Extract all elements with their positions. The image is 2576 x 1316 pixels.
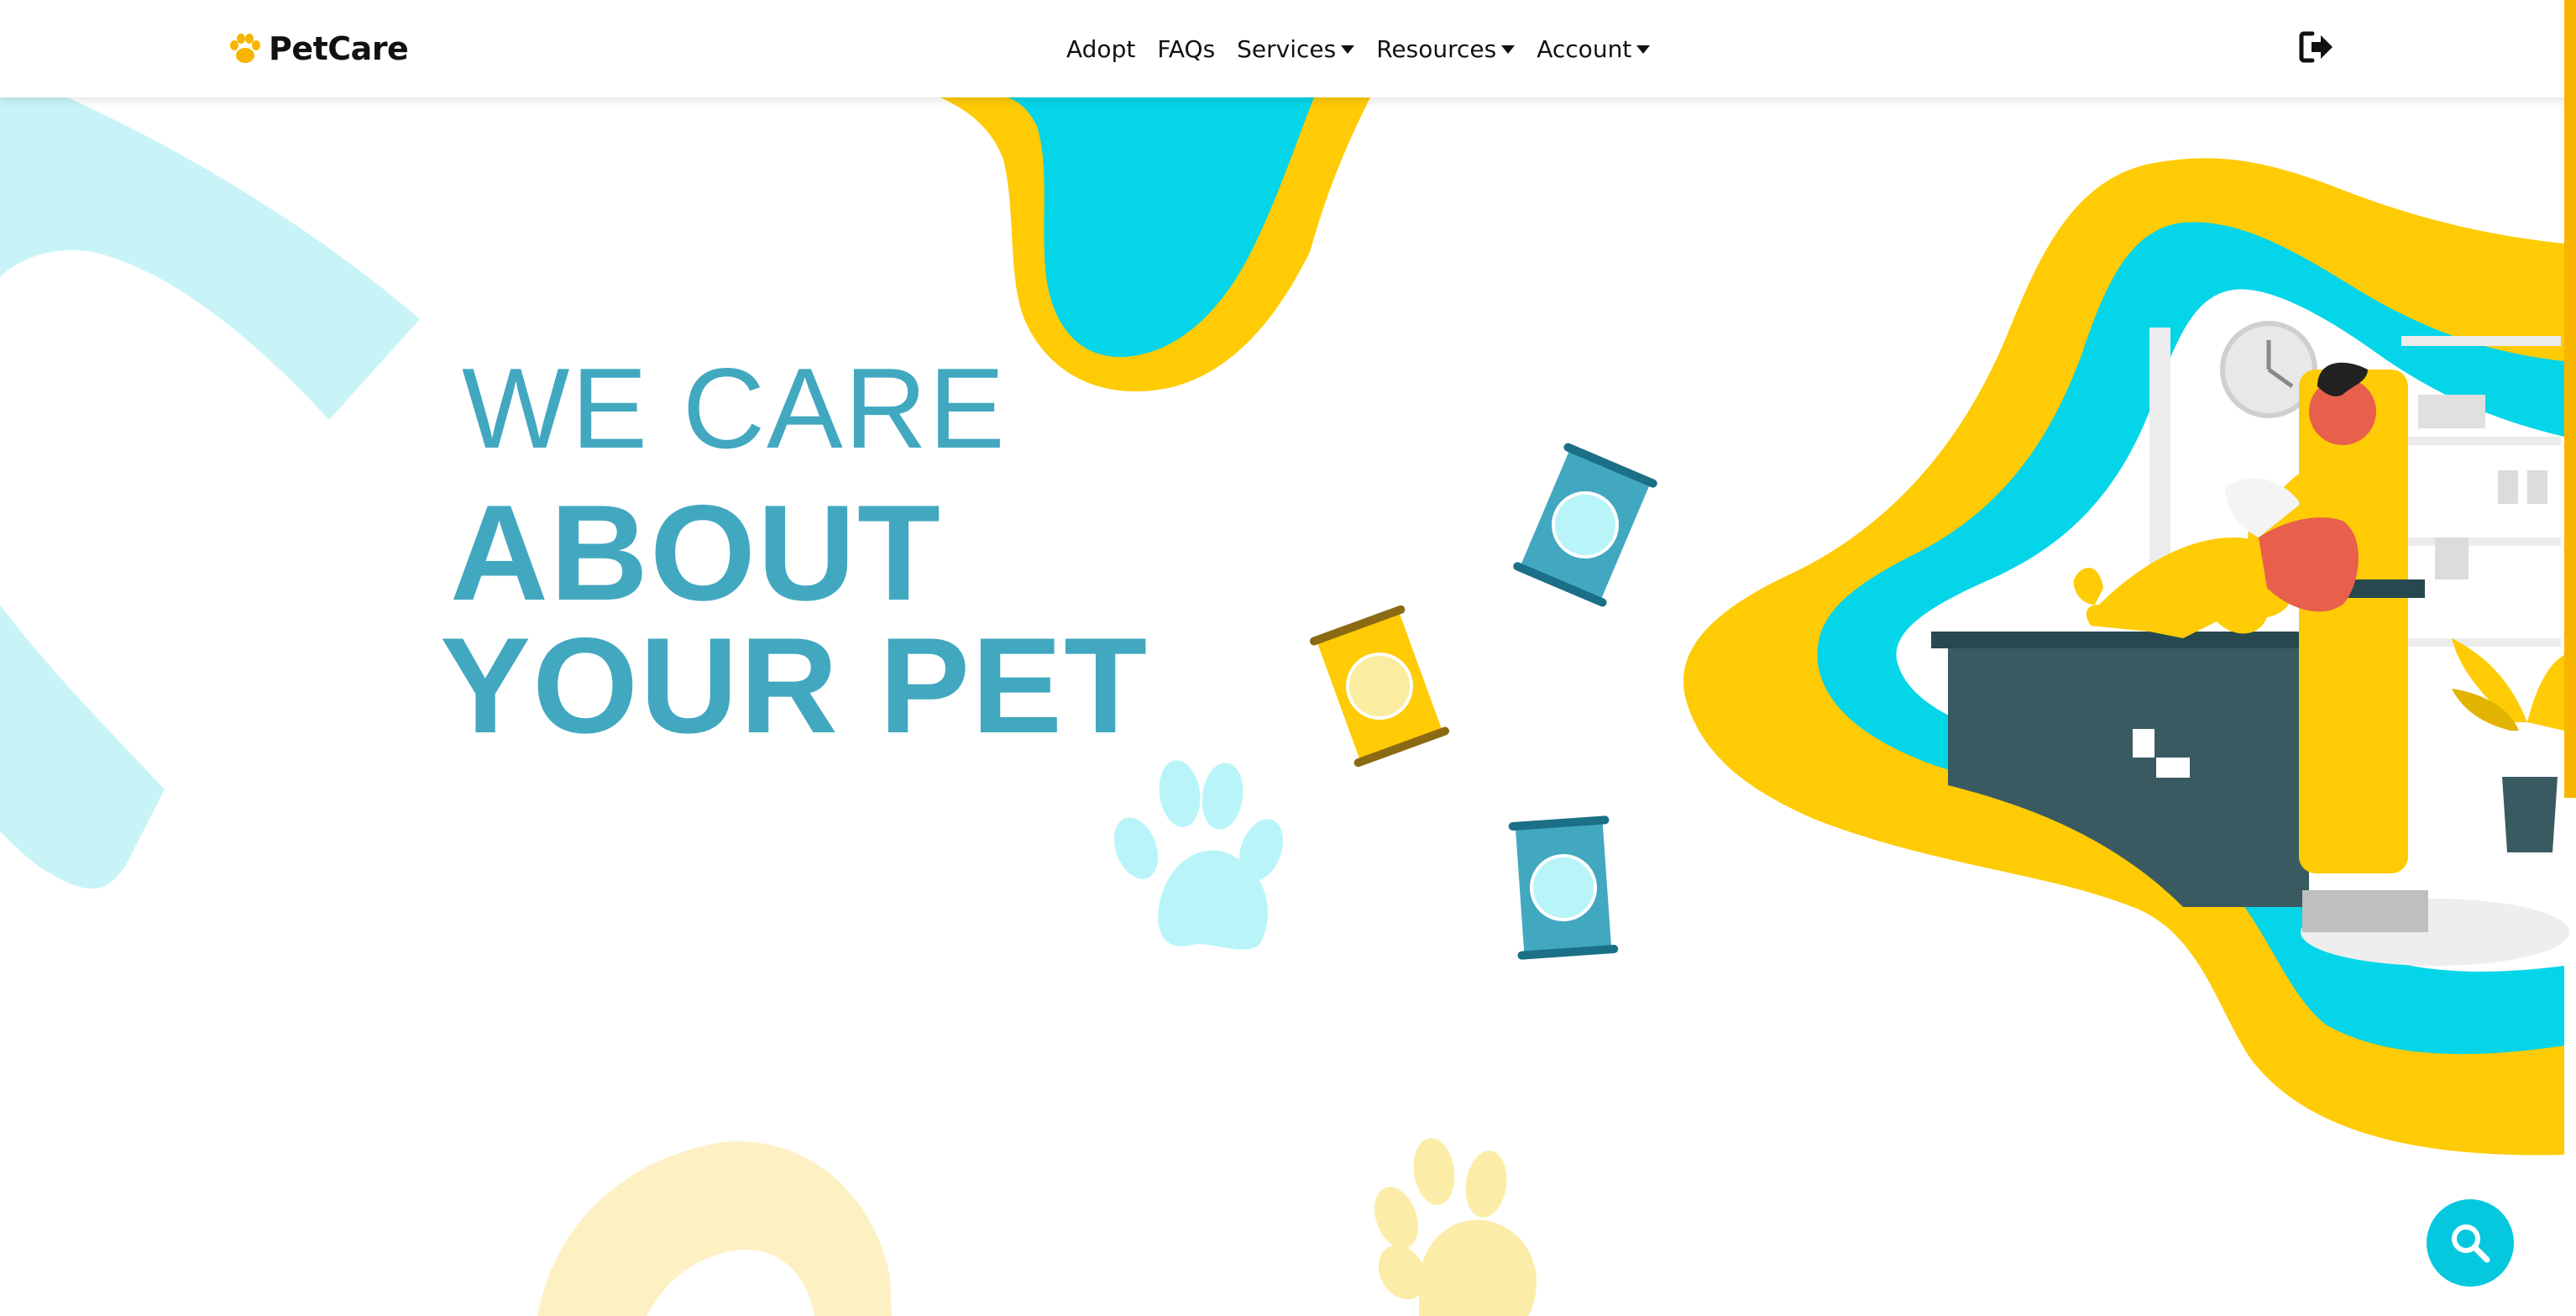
search-icon — [2452, 1224, 2490, 1263]
sign-out-icon[interactable] — [2299, 30, 2334, 64]
hero-heading-line3: YOUR PET — [440, 610, 1149, 762]
food-can — [1508, 815, 1619, 960]
paw-icon — [230, 34, 260, 63]
hero-illustration — [0, 97, 2569, 1316]
decorative-arc — [0, 97, 420, 420]
decorative-arc — [0, 605, 165, 889]
nav-item-label: Account — [1537, 34, 1632, 63]
vet-illustration — [2299, 370, 2408, 873]
caret-down-icon — [1341, 45, 1355, 54]
paw-print-icon — [1374, 1138, 1537, 1316]
brand-name: PetCare — [269, 30, 409, 67]
nav-item-label: Resources — [1376, 34, 1497, 63]
nav-item-adopt[interactable]: Adopt — [1066, 35, 1135, 63]
caret-down-icon — [1636, 45, 1651, 54]
navbar: PetCare Adopt FAQs Services Resources Ac… — [0, 0, 2576, 97]
paw-print-icon — [1113, 760, 1284, 950]
caret-down-icon — [1501, 45, 1516, 54]
decorative-arc — [537, 1141, 892, 1316]
nav-item-faqs[interactable]: FAQs — [1157, 35, 1215, 63]
nav-item-label: FAQs — [1157, 34, 1216, 63]
food-can — [1513, 443, 1657, 607]
search-button[interactable] — [2427, 1199, 2514, 1287]
hero-heading-line1: WE CARE — [462, 344, 1007, 472]
nav-item-label: Services — [1237, 34, 1337, 63]
main-nav: Adopt FAQs Services Resources Account — [1066, 25, 1672, 72]
scrollbar[interactable] — [2564, 0, 2576, 798]
brand-logo[interactable]: PetCare — [227, 24, 409, 74]
exam-table — [1931, 632, 2317, 648]
hero-heading-line2: ABOUT — [450, 477, 942, 629]
nav-item-account[interactable]: Account — [1537, 34, 1651, 63]
nav-item-resources[interactable]: Resources — [1376, 34, 1516, 63]
nav-item-services[interactable]: Services — [1237, 34, 1355, 63]
nav-item-label: Adopt — [1066, 34, 1136, 63]
food-can — [1309, 605, 1450, 768]
